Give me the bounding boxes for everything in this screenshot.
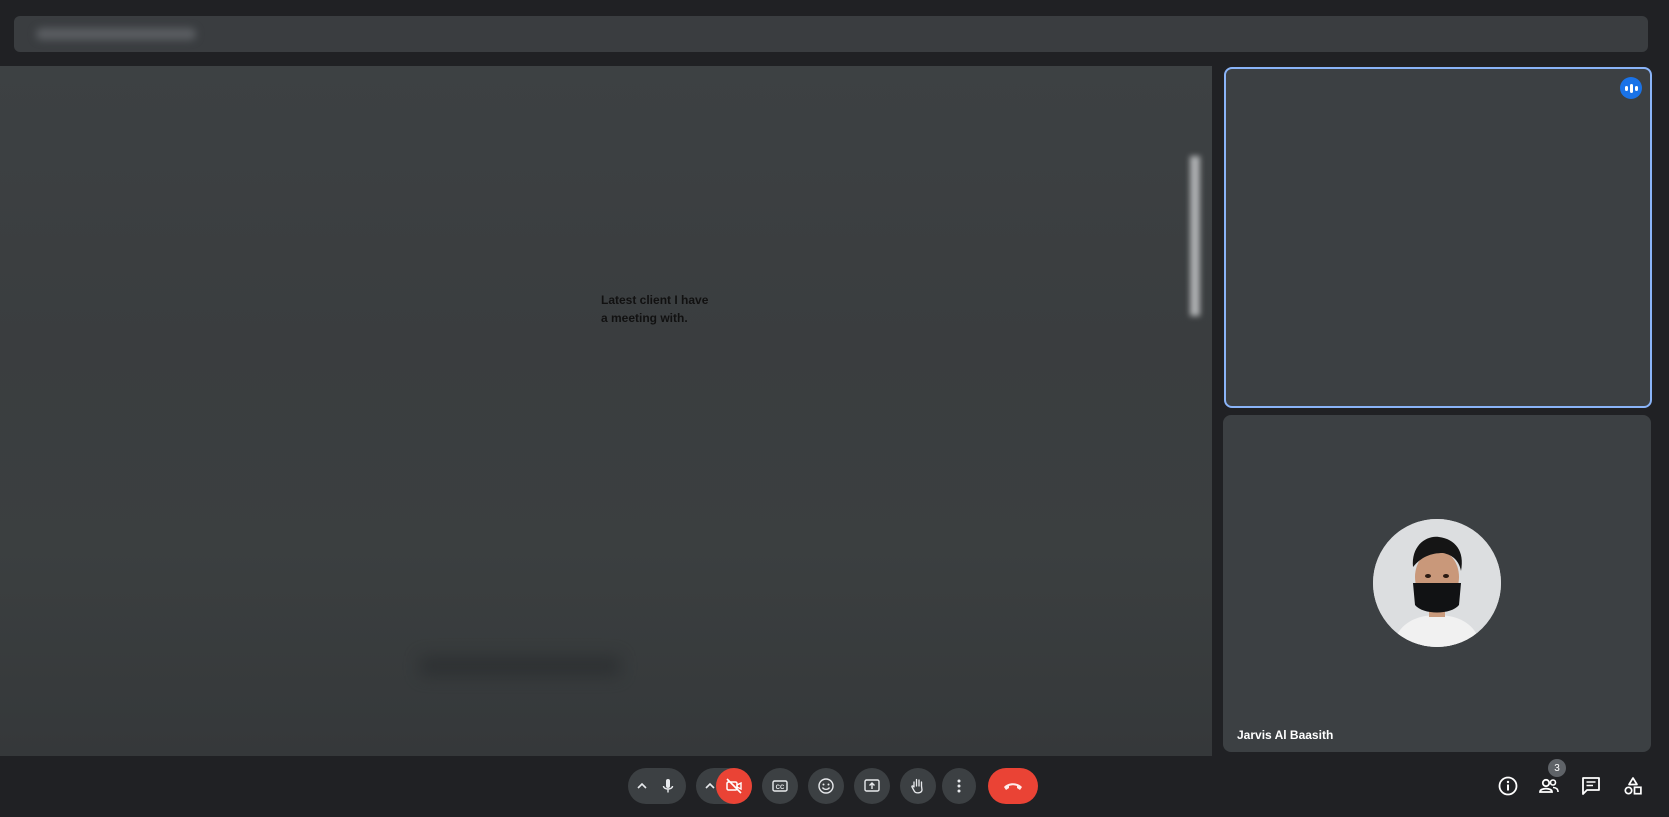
raise-hand-icon <box>911 778 923 794</box>
avatar <box>1373 519 1501 647</box>
participant-name: Jarvis Al Baasith <box>1237 728 1334 742</box>
present-screen-icon <box>864 779 880 792</box>
captions-icon: CC <box>772 780 788 792</box>
present-screen-button[interactable] <box>854 768 890 804</box>
main-video-tile <box>0 66 1212 756</box>
speaking-indicator-icon <box>1620 77 1642 99</box>
meeting-header-bar <box>14 16 1648 52</box>
activities-button[interactable] <box>1618 771 1648 801</box>
microphone-button[interactable] <box>650 768 686 804</box>
chat-icon <box>1582 777 1600 795</box>
chevron-up-icon <box>705 782 715 789</box>
raise-hand-button[interactable] <box>900 768 936 804</box>
camera-off-icon <box>726 778 742 794</box>
video-light-streak <box>1190 156 1200 316</box>
activities-icon <box>1624 777 1642 795</box>
meeting-details-button[interactable] <box>1493 771 1523 801</box>
captions-button[interactable]: CC <box>762 768 798 804</box>
microphone-icon <box>662 779 674 793</box>
video-shadow <box>420 656 620 676</box>
emoji-icon <box>818 778 834 794</box>
annotation-text: Latest client I have a meeting with. <box>601 293 709 325</box>
more-options-button[interactable] <box>942 768 976 804</box>
participant-tile[interactable]: Jarvis Al Baasith <box>1223 415 1651 752</box>
chat-button[interactable] <box>1576 771 1606 801</box>
chevron-up-icon <box>637 782 647 789</box>
hang-up-icon <box>1004 783 1022 790</box>
participant-count-badge: 3 <box>1548 759 1566 777</box>
more-options-icon <box>957 779 961 793</box>
svg-text:CC: CC <box>776 785 785 791</box>
camera-toggle-button[interactable] <box>716 768 752 804</box>
blurred-meeting-title <box>36 28 196 40</box>
reactions-button[interactable] <box>808 768 844 804</box>
leave-call-button[interactable] <box>988 768 1038 804</box>
meeting-controls-bar: CC <box>0 768 1669 808</box>
speaker-video-tile[interactable] <box>1224 67 1652 408</box>
people-icon <box>1539 778 1559 793</box>
info-icon <box>1498 776 1518 796</box>
